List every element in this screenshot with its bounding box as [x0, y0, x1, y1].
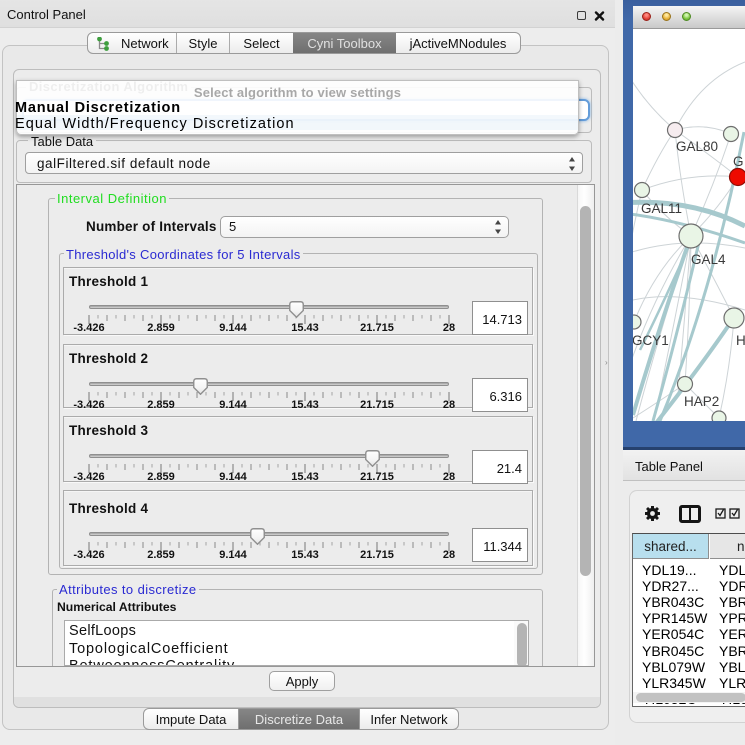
svg-text:H: H: [736, 333, 745, 348]
svg-text:GAL80: GAL80: [676, 139, 718, 154]
svg-text:GAL11: GAL11: [641, 201, 682, 216]
svg-text:G: G: [733, 154, 744, 169]
svg-text:GAL4: GAL4: [691, 252, 726, 267]
svg-text:HAP2: HAP2: [684, 394, 719, 409]
svg-text:GCY1: GCY1: [633, 333, 669, 348]
